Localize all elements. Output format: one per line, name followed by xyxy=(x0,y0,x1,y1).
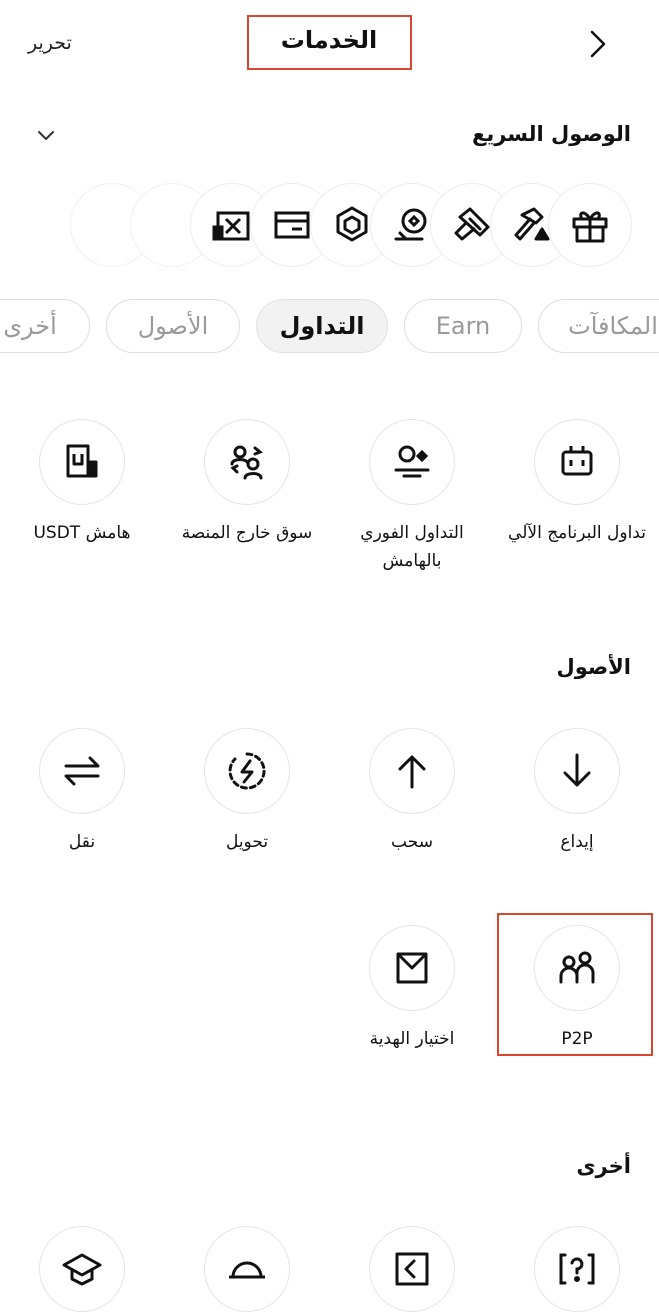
tab-earn[interactable]: Earn xyxy=(404,299,522,353)
arrow-down-icon xyxy=(563,753,591,787)
cross-chart-icon xyxy=(212,211,250,241)
p2p-highlight xyxy=(497,913,653,1056)
chevron-right-icon xyxy=(590,30,606,58)
service-label: سوق خارج المنصة xyxy=(181,523,313,543)
tab-rewards[interactable]: المكافآت xyxy=(538,299,659,353)
planet-icon xyxy=(229,1261,265,1279)
service-learn[interactable] xyxy=(2,1226,162,1312)
service-icon-circle xyxy=(369,419,455,505)
service-label: تداول البرنامج الآلي xyxy=(508,523,646,543)
service-explore[interactable] xyxy=(167,1226,327,1312)
service-gift-selection[interactable]: اختيار الهدية xyxy=(332,925,492,1053)
service-swap[interactable] xyxy=(332,1226,492,1312)
otc-users-icon xyxy=(230,445,263,480)
tab-assets[interactable]: الأصول xyxy=(106,299,240,353)
arrow-up-icon xyxy=(398,755,426,789)
bot-icon xyxy=(561,446,593,476)
tab-trading[interactable]: التداول xyxy=(256,299,388,353)
service-icon-circle xyxy=(204,1226,290,1312)
collapse-button[interactable] xyxy=(34,124,58,148)
convert-bolt-icon xyxy=(228,752,266,790)
card-icon xyxy=(274,211,310,239)
tab-other[interactable]: أخرى xyxy=(0,299,90,353)
service-label: نقل xyxy=(68,832,96,852)
edit-button[interactable]: تحرير xyxy=(28,32,72,54)
pickaxe-icon xyxy=(454,207,490,241)
service-icon-circle xyxy=(204,728,290,814)
transfer-icon xyxy=(64,756,100,786)
cube-chain-icon xyxy=(336,206,368,242)
gift-box-icon xyxy=(396,952,428,984)
back-button[interactable] xyxy=(580,26,616,62)
service-icon-circle xyxy=(534,1226,620,1312)
service-icon-circle xyxy=(204,419,290,505)
spot-margin-icon xyxy=(394,445,430,478)
service-icon-circle xyxy=(369,925,455,1011)
usdt-margin-icon xyxy=(66,444,98,478)
service-icon-circle xyxy=(534,419,620,505)
other-title: أخرى xyxy=(576,1154,631,1178)
chevron-down-icon xyxy=(38,131,54,140)
service-icon-circle xyxy=(39,419,125,505)
quick-access-item[interactable] xyxy=(548,183,632,267)
service-icon-circle xyxy=(39,1226,125,1312)
service-icon-circle xyxy=(39,728,125,814)
service-help[interactable] xyxy=(497,1226,657,1312)
gift-icon xyxy=(572,211,608,243)
service-label: التداول الفوري بالهامش xyxy=(360,523,464,571)
service-icon-circle xyxy=(369,1226,455,1312)
assets-title: الأصول xyxy=(556,655,631,679)
service-withdraw[interactable]: سحب xyxy=(332,728,492,856)
service-deposit[interactable]: إيداع xyxy=(497,728,657,856)
graduation-cap-icon xyxy=(62,1253,102,1286)
service-label: هامش USDT xyxy=(33,523,131,543)
service-bot-trading[interactable]: تداول البرنامج الآلي xyxy=(497,419,657,547)
swap-box-icon xyxy=(395,1252,429,1286)
service-label: اختيار الهدية xyxy=(369,1029,455,1049)
service-transfer[interactable]: نقل xyxy=(2,728,162,856)
service-icon-circle xyxy=(534,728,620,814)
quick-access-title: الوصول السريع xyxy=(472,122,631,146)
service-convert[interactable]: تحويل xyxy=(167,728,327,856)
service-label: إيداع xyxy=(560,832,594,852)
coin-hand-icon xyxy=(394,208,427,241)
service-usdt-margin[interactable]: هامش USDT xyxy=(2,419,162,547)
service-label: تحويل xyxy=(225,832,269,852)
hammer-icon xyxy=(514,207,550,241)
service-icon-circle xyxy=(369,728,455,814)
service-label: سحب xyxy=(391,832,433,852)
help-icon xyxy=(559,1253,595,1285)
service-otc-market[interactable]: سوق خارج المنصة xyxy=(167,419,327,547)
service-spot-margin[interactable]: التداول الفوري بالهامش xyxy=(332,419,492,575)
title-highlight xyxy=(247,15,412,70)
